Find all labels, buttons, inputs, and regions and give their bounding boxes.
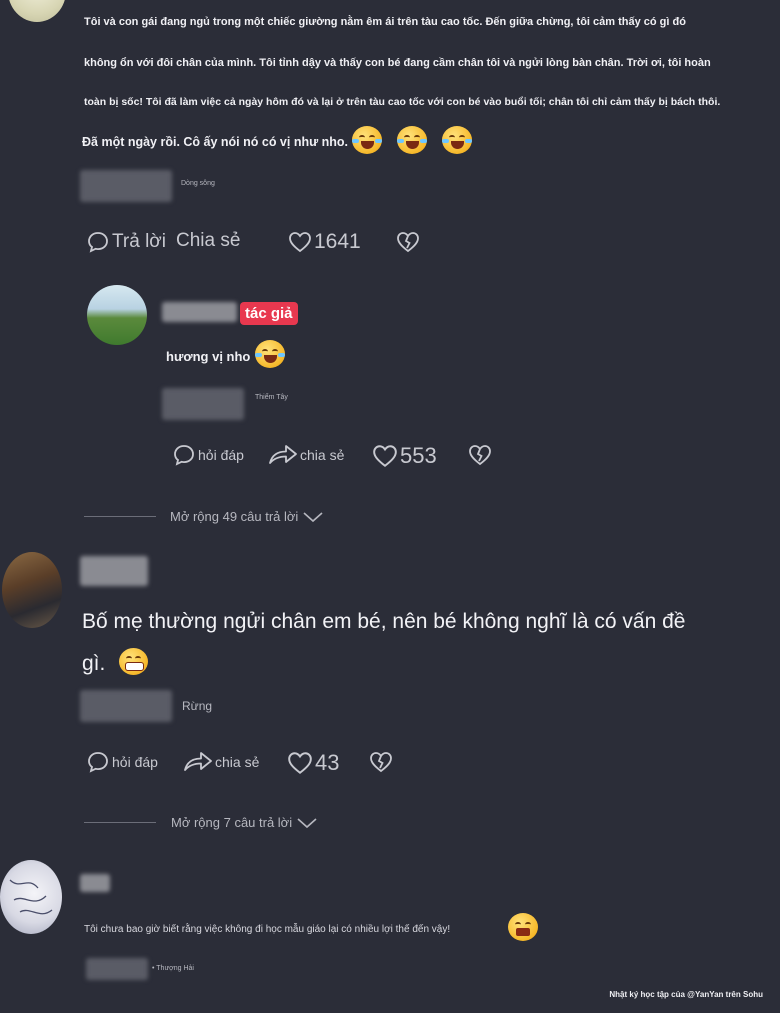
blurred-username <box>80 690 172 722</box>
divider <box>84 516 156 517</box>
like-button[interactable]: 553 <box>372 443 437 469</box>
blurred-username <box>80 556 148 586</box>
avatar[interactable] <box>2 552 62 628</box>
reply-label: Trả lời <box>112 231 166 252</box>
chevron-down-icon <box>303 511 323 522</box>
blurred-username <box>80 874 110 892</box>
broken-heart-icon <box>469 445 491 466</box>
comment-text: gì. <box>82 652 106 675</box>
comment-text: Bố mẹ thường ngửi chân em bé, nên bé khô… <box>82 610 686 633</box>
speech-bubble-icon <box>88 232 108 253</box>
location-label: Rừng <box>182 699 213 713</box>
comment-text: Tôi chưa bao giờ biết rằng việc không đi… <box>84 924 451 935</box>
avatar[interactable] <box>8 0 66 22</box>
like-button[interactable]: 43 <box>287 750 339 776</box>
speech-bubble-icon <box>88 752 108 773</box>
grinning-emoji-icon <box>119 648 148 675</box>
location-label: • Thượng Hải <box>152 965 194 972</box>
blurred-username <box>162 302 237 322</box>
blurred-username <box>162 388 244 420</box>
expand-replies-button[interactable]: Mở rộng 49 câu trả lời <box>170 509 324 524</box>
location-text: Thượng Hải <box>156 965 194 972</box>
share-button[interactable]: Chia sẻ <box>176 230 240 252</box>
like-count: 1641 <box>314 230 361 253</box>
dislike-button[interactable] <box>396 231 420 253</box>
share-button[interactable]: chia sẻ <box>183 750 259 774</box>
laughing-crying-emoji-icon <box>352 126 382 154</box>
like-button[interactable]: 1641 <box>288 230 361 254</box>
watermark: Nhật ký học tập của @YanYan trên Sohu <box>609 990 763 999</box>
reply-button[interactable]: hỏi đáp <box>86 750 158 774</box>
reply-label: hỏi đáp <box>112 754 158 770</box>
heart-icon <box>289 232 311 253</box>
grimacing-emoji-icon <box>508 913 538 941</box>
share-button[interactable]: chia sẻ <box>268 443 344 467</box>
blurred-username <box>86 958 148 980</box>
dislike-button[interactable] <box>369 751 393 773</box>
share-label: chia sẻ <box>300 447 345 463</box>
dislike-button[interactable] <box>468 444 492 466</box>
avatar[interactable] <box>0 860 62 934</box>
heart-icon <box>373 445 397 467</box>
comment-text: Đã một ngày rồi. Cô ấy nói nó có vị như … <box>82 135 349 149</box>
reply-label: hỏi đáp <box>198 447 244 463</box>
share-label: Chia sẻ <box>176 230 241 251</box>
expand-replies-button[interactable]: Mở rộng 7 câu trả lời <box>171 815 318 830</box>
like-count: 553 <box>400 443 437 468</box>
broken-heart-icon <box>370 752 392 773</box>
sketch-icon <box>9 879 53 915</box>
laughing-crying-emoji-icon <box>255 340 285 368</box>
expand-label: Mở rộng 49 câu trả lời <box>170 509 299 524</box>
comment-text: Tôi và con gái đang ngủ trong một chiếc … <box>84 16 686 28</box>
location-label: Dòng sông <box>181 180 215 187</box>
share-arrow-icon <box>269 445 297 464</box>
chevron-down-icon <box>297 817 317 828</box>
heart-icon <box>288 752 312 774</box>
author-avatar[interactable] <box>87 285 147 345</box>
comment-text: không ổn với đôi chân của mình. Tôi tỉnh… <box>84 57 711 69</box>
blurred-username <box>80 170 172 202</box>
share-arrow-icon <box>184 752 212 771</box>
laughing-crying-emoji-icon <box>397 126 427 154</box>
broken-heart-icon <box>397 232 419 253</box>
divider <box>84 822 156 823</box>
author-badge: tác giả <box>240 302 298 325</box>
reply-button[interactable]: Trả lời <box>86 230 166 254</box>
like-count: 43 <box>315 750 340 775</box>
speech-bubble-icon <box>174 445 194 466</box>
reply-button[interactable]: hỏi đáp <box>172 443 244 467</box>
laughing-crying-emoji-icon <box>442 126 472 154</box>
reply-text: hương vị nho <box>166 349 251 364</box>
expand-label: Mở rộng 7 câu trả lời <box>171 815 293 830</box>
comment-text: toàn bị sốc! Tôi đã làm việc cả ngày hôm… <box>84 96 721 108</box>
location-label: Thiểm Tây <box>255 394 288 401</box>
share-label: chia sẻ <box>215 754 260 770</box>
